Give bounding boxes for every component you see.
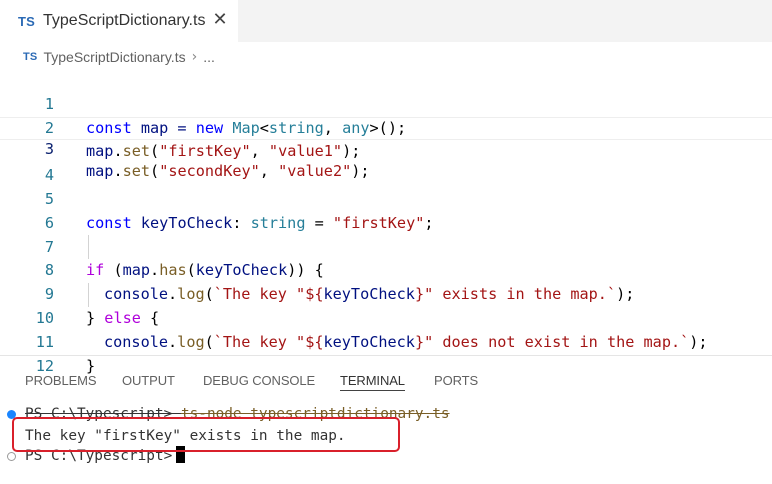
breadcrumb-file[interactable]: TypeScriptDictionary.ts <box>43 49 185 65</box>
tab-ports[interactable]: PORTS <box>434 371 478 391</box>
code-line[interactable]: 12 <box>0 331 772 375</box>
code-line[interactable]: 5 const keyToCheck: string = "firstKey"; <box>0 164 772 232</box>
tab-terminal[interactable]: TERMINAL <box>340 371 405 391</box>
breadcrumb-symbol[interactable]: ... <box>203 49 215 65</box>
tab-title: TypeScriptDictionary.ts <box>43 12 206 29</box>
code-line-current[interactable]: 3 map.set("secondKey", "value2"); <box>0 116 772 180</box>
code-line[interactable]: 4 <box>0 140 772 184</box>
code-line[interactable]: 8 console.log(`The key "${keyToCheck}" e… <box>0 236 772 303</box>
tab-output[interactable]: OUTPUT <box>122 371 175 391</box>
code-line[interactable]: 6 <box>0 188 772 232</box>
chevron-right-icon: › <box>191 49 198 65</box>
code-line[interactable]: 1 const map = new Map<string, any>(); <box>0 69 772 137</box>
code-line[interactable]: 11 } <box>0 307 772 375</box>
close-icon[interactable]: ✕ <box>210 10 230 30</box>
panel-tabs: PROBLEMS OUTPUT DEBUG CONSOLE TERMINAL P… <box>0 356 772 402</box>
editor-tab-bar: TS TypeScriptDictionary.ts ✕ <box>0 0 772 42</box>
code-line[interactable]: 2 map.set("firstKey", "value1"); <box>0 93 772 161</box>
breadcrumb: TS TypeScriptDictionary.ts › ... <box>0 46 772 68</box>
tab-problems[interactable]: PROBLEMS <box>25 371 97 391</box>
code-line[interactable]: 7 if (map.has(keyToCheck)) { <box>0 212 772 280</box>
code-line[interactable]: 10 console.log(`The key "${keyToCheck}" … <box>0 283 772 351</box>
tab-debug-console[interactable]: DEBUG CONSOLE <box>203 371 315 391</box>
typescript-file-icon: TS <box>18 13 36 29</box>
code-editor[interactable]: 1 const map = new Map<string, any>(); 2 … <box>0 69 772 375</box>
code-line[interactable]: 9 } else { <box>0 259 772 327</box>
highlight-annotation <box>12 417 400 452</box>
command-pending-icon[interactable] <box>7 452 16 461</box>
typescript-file-icon: TS <box>23 51 38 63</box>
tab-typescriptdictionary[interactable]: TS TypeScriptDictionary.ts ✕ <box>0 0 238 42</box>
